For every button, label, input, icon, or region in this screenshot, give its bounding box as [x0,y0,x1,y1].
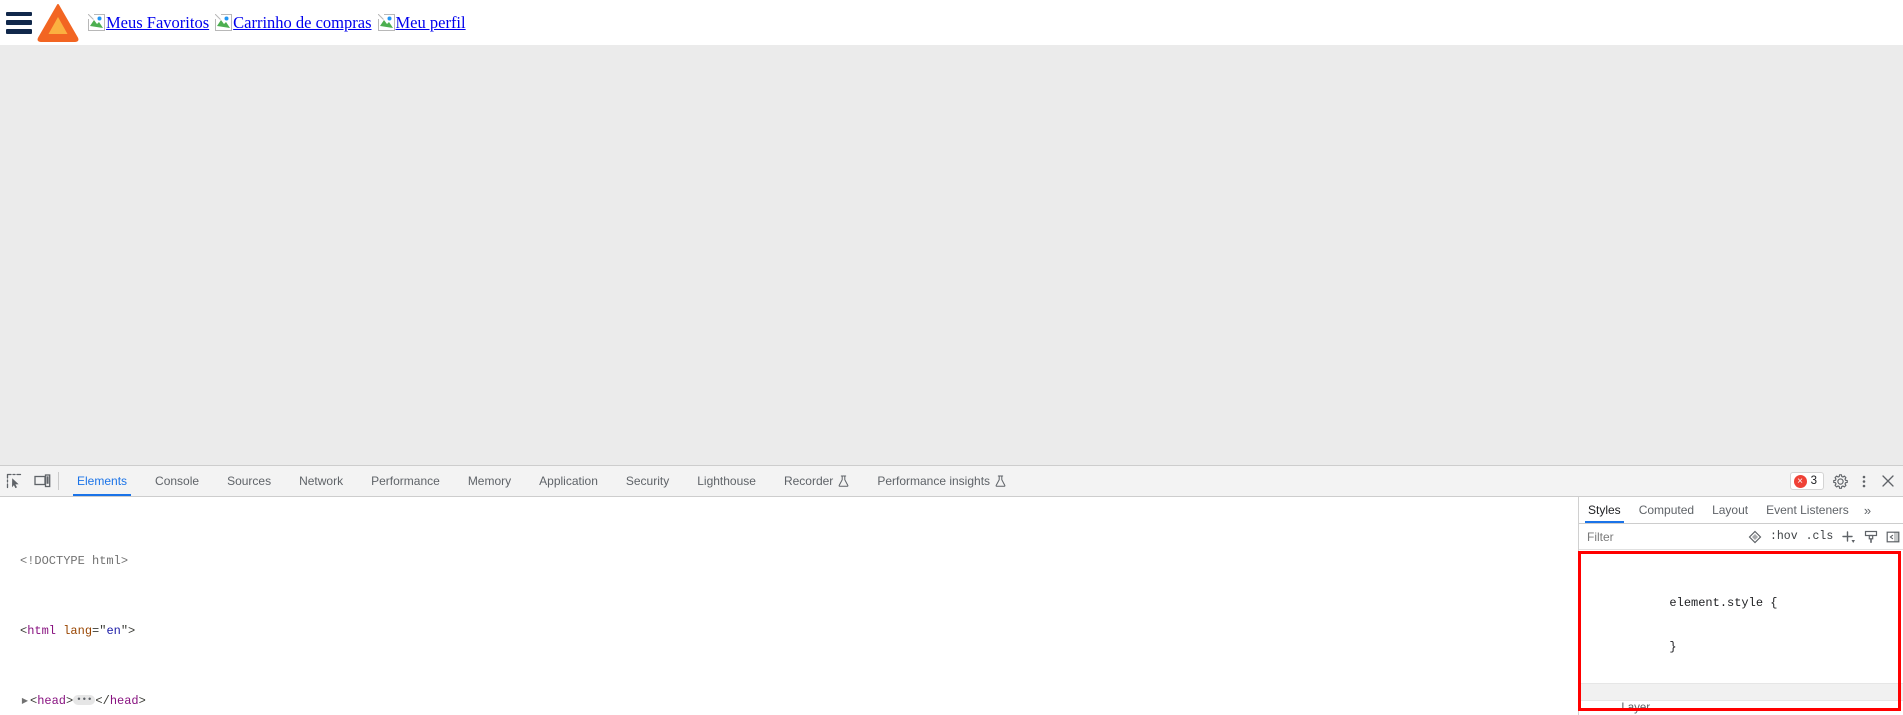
tab-elements[interactable]: Elements [63,466,141,496]
paintbrush-icon[interactable] [1864,530,1878,544]
dom-attr: lang [63,623,93,638]
broken-image-icon [214,13,233,31]
dom-attr-value: en [106,623,121,638]
screen-root: Meus Favoritos Carrinho de compras Meu p… [0,0,1903,715]
styles-tab-bar: Styles Computed Layout Event Listeners » [1579,497,1903,524]
devtools-tab-bar: Elements Console Sources Network Perform… [63,466,1790,496]
tab-label: Elements [77,474,128,488]
tab-label: Memory [467,474,512,488]
site-header: Meus Favoritos Carrinho de compras Meu p… [0,0,1903,45]
dom-tag: html [27,623,57,638]
dom-row[interactable]: <!DOCTYPE html> [0,553,1578,571]
dom-doctype: <!DOCTYPE html> [20,553,129,568]
hover-state-button[interactable]: :hov [1770,530,1798,543]
tab-application[interactable]: Application [525,466,612,496]
tab-performance-insights[interactable]: Performance insights [863,466,1020,496]
toolbar-divider [58,472,59,490]
tab-label: Application [539,474,598,488]
css-brace: } [1669,639,1677,654]
more-tabs-chevron-icon[interactable]: » [1858,497,1877,523]
tab-network[interactable]: Network [285,466,357,496]
tab-label: Sources [227,474,272,488]
class-editor-button[interactable]: .cls [1806,530,1834,543]
styles-pane: Styles Computed Layout Event Listeners » [1579,497,1903,715]
tab-label: Layout [1712,503,1749,517]
tab-label: Console [155,474,200,488]
flask-icon [995,475,1006,487]
dom-row[interactable]: ▶ < head > ••• </head > [0,693,1578,711]
close-icon[interactable] [1877,470,1899,492]
dom-tag: head [37,693,67,708]
css-selector: element.style { [1669,595,1778,610]
toggle-sidebar-icon[interactable] [1886,530,1900,544]
css-layer-row: Layer <anonymous> [1579,683,1903,714]
error-icon: × [1793,474,1807,488]
tab-sources[interactable]: Sources [213,466,285,496]
tab-computed[interactable]: Computed [1630,497,1703,523]
element-style-close: } [1579,625,1903,654]
devtools-body: <!DOCTYPE html> < html lang =" en "> ▶ < head >… [0,497,1903,715]
twisty-collapsed-icon[interactable]: ▶ [20,693,30,711]
device-toolbar-icon[interactable] [28,466,56,496]
flask-icon [838,475,849,487]
kebab-menu-icon[interactable] [1853,470,1875,492]
broken-image-icon [87,13,105,31]
element-style-selector[interactable]: element.style { [1579,581,1903,610]
inspect-element-icon[interactable] [0,466,28,496]
tab-event-listeners[interactable]: Event Listeners [1757,497,1858,523]
tab-lighthouse[interactable]: Lighthouse [683,466,770,496]
gear-icon[interactable] [1829,470,1851,492]
tab-label: Performance insights [877,474,991,488]
tab-label: Security [625,474,670,488]
more-tabs-label: » [1863,502,1872,518]
tab-security[interactable]: Security [612,466,683,496]
dom-row[interactable]: < html lang =" en "> [0,623,1578,641]
dom-tree-pane[interactable]: <!DOCTYPE html> < html lang =" en "> ▶ < head >… [0,497,1578,715]
tab-label: Styles [1588,503,1621,517]
styles-tools: :hov .cls [1744,530,1903,544]
tab-memory[interactable]: Memory [454,466,525,496]
element-state-icon[interactable] [1748,530,1762,544]
tab-label: Recorder [783,474,834,488]
expand-ellipsis-icon[interactable]: ••• [73,695,96,706]
dom-tree: <!DOCTYPE html> < html lang =" en "> ▶ < head >… [0,500,1578,715]
site-nav: Meus Favoritos Carrinho de compras Meu p… [87,12,472,33]
nav-link-favoritos[interactable]: Meus Favoritos [87,12,210,33]
tab-console[interactable]: Console [141,466,213,496]
nav-link-carrinho[interactable]: Carrinho de compras [214,12,372,33]
layer-label: Layer [1621,702,1651,715]
plus-icon[interactable] [1841,530,1856,544]
page-viewport: Meus Favoritos Carrinho de compras Meu p… [0,0,1903,465]
tab-layout[interactable]: Layout [1703,497,1757,523]
tab-label: Computed [1638,503,1695,517]
devtools-toolbar: Elements Console Sources Network Perform… [0,466,1903,497]
tab-styles[interactable]: Styles [1579,497,1630,523]
css-rules-area: element.style { } Layer <anonymous> .cab… [1579,550,1903,715]
styles-filter-input[interactable] [1579,524,1744,549]
error-count-label: 3 [1810,475,1817,487]
nav-link-label: Meu perfil [395,12,466,32]
alurabook-logo-icon [36,3,80,43]
dom-tag: head [109,693,139,708]
devtools-panel: Elements Console Sources Network Perform… [0,465,1903,715]
styles-filter-bar: :hov .cls [1579,524,1903,550]
tab-recorder[interactable]: Recorder [770,466,863,496]
nav-link-label: Meus Favoritos [106,12,210,32]
toolbar-right-actions: × 3 [1789,466,1903,496]
error-count-badge[interactable]: × 3 [1789,472,1824,490]
tab-performance[interactable]: Performance [357,466,454,496]
broken-image-icon [377,13,395,31]
hamburger-menu-icon[interactable] [6,11,32,34]
tab-label: Lighthouse [697,474,756,488]
tab-label: Performance [371,474,440,488]
tab-label: Network [299,474,344,488]
nav-link-perfil[interactable]: Meu perfil [377,12,466,33]
nav-link-label: Carrinho de compras [233,12,372,32]
tab-label: Event Listeners [1766,503,1849,517]
